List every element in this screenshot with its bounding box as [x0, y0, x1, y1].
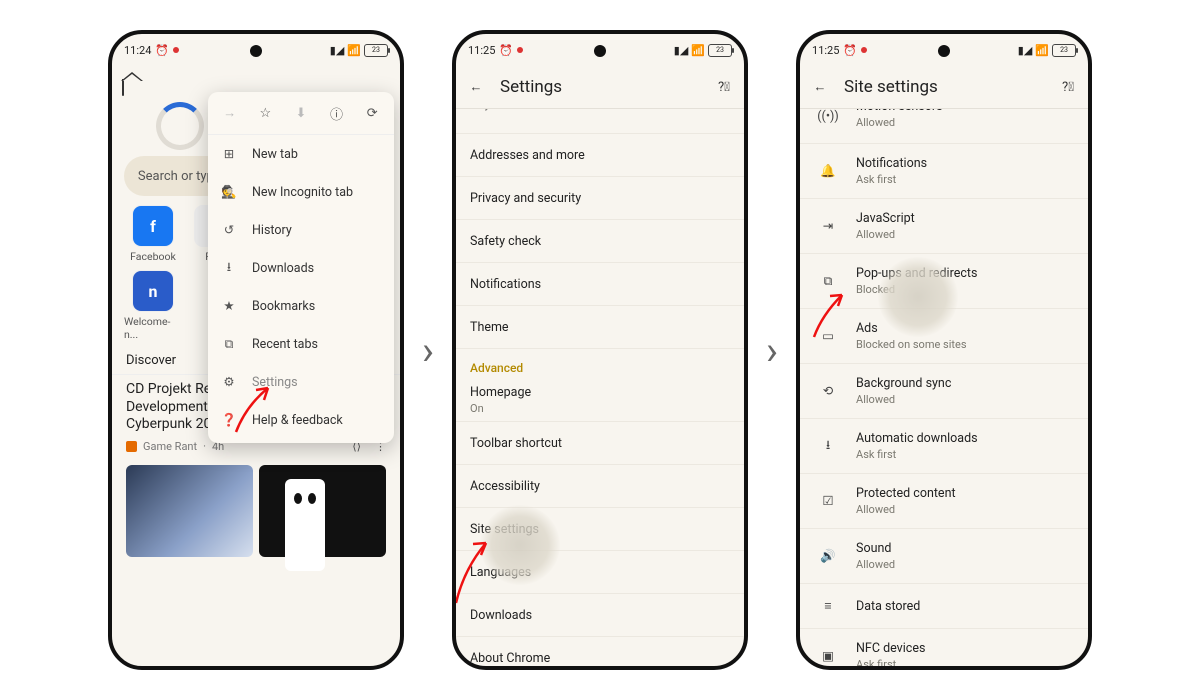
setting-about-chrome[interactable]: About Chrome [456, 637, 744, 667]
motion-icon: ((•)) [814, 109, 842, 124]
menu-incognito[interactable]: 🕵New Incognito tab [208, 173, 394, 211]
help-icon[interactable]: ?⃝ [714, 80, 734, 95]
phone-step-2: 11:25⏰ ▮◢📶23 ← Settings ?⃝ Payment metho… [452, 30, 748, 670]
record-dot-icon [173, 47, 179, 53]
download-icon[interactable]: ⬇ [289, 106, 313, 121]
bell-icon: 🔔 [814, 164, 842, 179]
site-setting-ads[interactable]: ▭ AdsBlocked on some sites [800, 309, 1088, 364]
page-title: Site settings [844, 77, 938, 97]
site-setting-notifications[interactable]: 🔔 NotificationsAsk first [800, 144, 1088, 199]
signal-icon: ▮◢ [330, 44, 345, 57]
setting-notifications[interactable]: Notifications [456, 263, 744, 306]
setting-privacy[interactable]: Privacy and security [456, 177, 744, 220]
forward-icon[interactable]: → [218, 105, 242, 121]
javascript-icon: ⇥ [814, 218, 842, 234]
feed-image-row [112, 459, 400, 563]
history-icon: ↺ [220, 222, 238, 238]
site-setting-popups[interactable]: ⧉ Pop-ups and redirectsBlocked [800, 254, 1088, 309]
plus-box-icon: ⊞ [220, 146, 238, 162]
site-setting-motion-sensors[interactable]: ((•)) Motion sensorsAllowed [800, 109, 1088, 144]
page-header: ← Site settings ?⃝ [800, 66, 1088, 109]
info-icon[interactable]: ⓘ [325, 104, 349, 123]
setting-payment-methods[interactable]: Payment methods [456, 109, 744, 134]
site-setting-background-sync[interactable]: ⟲ Background syncAllowed [800, 364, 1088, 419]
shortcut-facebook[interactable]: fFacebook [124, 206, 182, 263]
download-icon: ⭳ [814, 436, 842, 457]
battery-icon: 23 [364, 44, 388, 57]
back-button[interactable]: ← [810, 79, 830, 95]
site-setting-sound[interactable]: 🔊 SoundAllowed [800, 529, 1088, 584]
phone-step-3: 11:25⏰ ▮◢📶23 ← Site settings ?⃝ ((•)) Mo… [796, 30, 1092, 670]
site-setting-nfc[interactable]: ▣ NFC devicesAsk first [800, 629, 1088, 667]
ads-icon: ▭ [814, 328, 842, 344]
shortcut-item[interactable]: nWelcome-n... [124, 271, 182, 341]
incognito-icon: 🕵 [220, 185, 238, 200]
site-setting-protected-content[interactable]: ☑ Protected contentAllowed [800, 474, 1088, 529]
setting-downloads[interactable]: Downloads [456, 594, 744, 637]
page-header: ← Settings ?⃝ [456, 66, 744, 109]
gear-icon: ⚙ [220, 374, 238, 390]
front-camera [938, 45, 950, 57]
menu-bookmarks[interactable]: ★Bookmarks [208, 287, 394, 325]
setting-site-settings[interactable]: Site settings [456, 508, 744, 551]
section-advanced: Advanced [456, 349, 744, 379]
setting-addresses[interactable]: Addresses and more [456, 134, 744, 177]
front-camera [594, 45, 606, 57]
clock-text: 11:24 [124, 44, 151, 57]
step-arrow-icon: › [422, 327, 434, 374]
home-button[interactable] [122, 80, 124, 95]
bookmark-icon[interactable]: ☆ [253, 106, 277, 121]
site-setting-javascript[interactable]: ⇥ JavaScriptAllowed [800, 199, 1088, 254]
site-setting-data-stored[interactable]: ≡ Data stored [800, 584, 1088, 629]
protected-icon: ☑ [814, 493, 842, 509]
setting-homepage[interactable]: HomepageOn [456, 379, 744, 422]
setting-toolbar-shortcut[interactable]: Toolbar shortcut [456, 422, 744, 465]
menu-history[interactable]: ↺History [208, 211, 394, 249]
setting-accessibility[interactable]: Accessibility [456, 465, 744, 508]
card-source: Game Rant [143, 440, 197, 453]
menu-help[interactable]: ❓Help & feedback [208, 401, 394, 439]
front-camera [250, 45, 262, 57]
menu-settings[interactable]: ⚙Settings [208, 363, 394, 401]
download-check-icon: ⭳ [220, 258, 238, 279]
devices-icon: ⧉ [220, 337, 238, 352]
source-icon [126, 441, 137, 452]
setting-theme[interactable]: Theme [456, 306, 744, 349]
help-icon[interactable]: ?⃝ [1058, 80, 1078, 95]
sound-icon: 🔊 [814, 549, 842, 564]
alarm-icon: ⏰ [155, 44, 169, 57]
help-icon: ❓ [220, 413, 238, 428]
wifi-icon: 📶 [347, 44, 361, 57]
sync-icon: ⟲ [814, 383, 842, 399]
discover-heading: Discover [126, 353, 176, 368]
overflow-menu: → ☆ ⬇ ⓘ ⟳ ⊞New tab 🕵New Incognito tab ↺H… [208, 92, 394, 443]
star-icon: ★ [220, 298, 238, 314]
page-title: Settings [500, 77, 562, 97]
reload-icon[interactable]: ⟳ [360, 106, 384, 121]
back-button[interactable]: ← [466, 79, 486, 95]
storage-icon: ≡ [814, 599, 842, 614]
phone-step-1: 11:24⏰ ▮◢📶23 Search or type fFacebook Fe… [108, 30, 404, 670]
menu-recent-tabs[interactable]: ⧉Recent tabs [208, 325, 394, 363]
loading-spinner [156, 102, 204, 150]
site-setting-auto-downloads[interactable]: ⭳ Automatic downloadsAsk first [800, 419, 1088, 474]
menu-new-tab[interactable]: ⊞New tab [208, 135, 394, 173]
step-arrow-icon: › [766, 327, 778, 374]
setting-languages[interactable]: Languages [456, 551, 744, 594]
popup-icon: ⧉ [814, 274, 842, 289]
setting-safety-check[interactable]: Safety check [456, 220, 744, 263]
nfc-icon: ▣ [814, 648, 842, 664]
menu-downloads[interactable]: ⭳Downloads [208, 249, 394, 287]
